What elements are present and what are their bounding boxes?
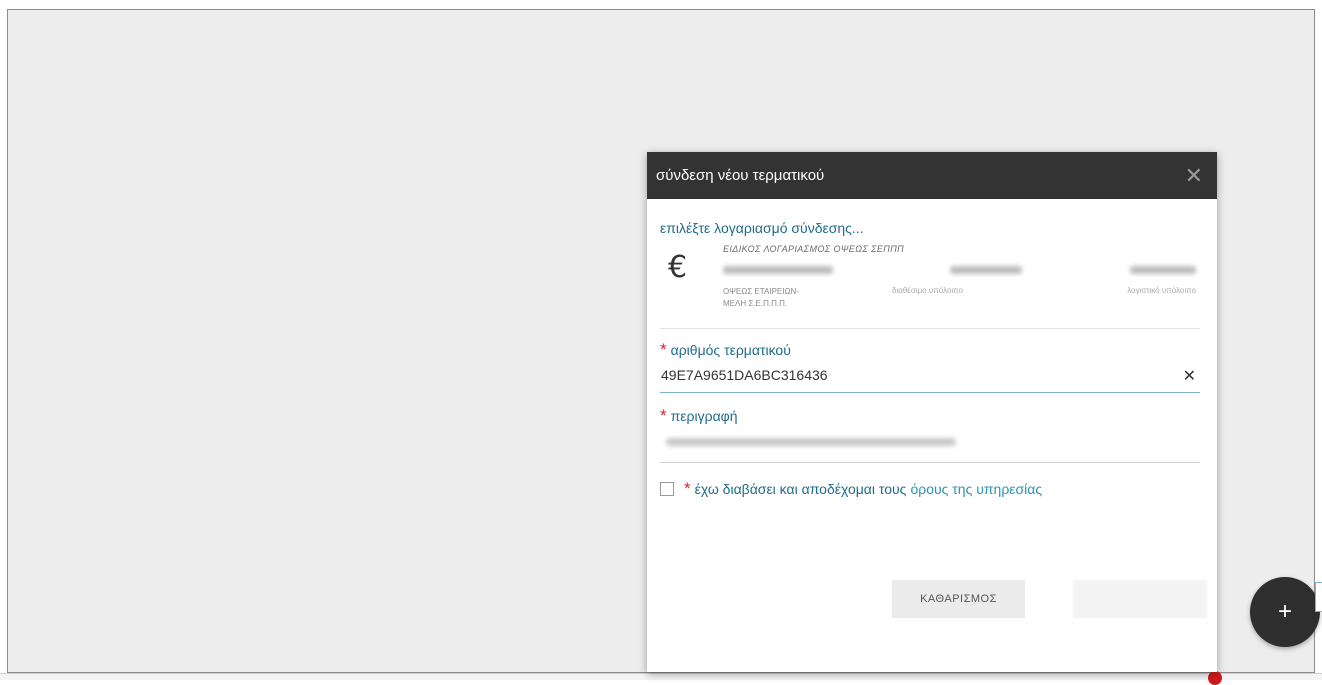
- ledger-balance-redacted: [1130, 266, 1196, 274]
- terms-checkbox[interactable]: [660, 481, 674, 496]
- terminal-number-row: ✕: [660, 358, 1200, 393]
- close-icon[interactable]: ✕: [1185, 164, 1203, 187]
- account-type-label: ΕΙΔΙΚΟΣ ΛΟΓΑΡΙΑΣΜΟΣ ΟΨΕΩΣ ΣΕΠΠΠ: [723, 244, 905, 254]
- terminal-number-label: * αριθμός τερματικού: [660, 341, 1200, 358]
- notification-dot: [1208, 671, 1222, 685]
- description-value-redacted[interactable]: [666, 438, 956, 446]
- terms-row: * έχω διαβάσει και αποδέχομαι τους όρους…: [660, 480, 1200, 497]
- required-icon: *: [684, 479, 691, 498]
- clear-input-icon[interactable]: ✕: [1183, 366, 1196, 386]
- ledger-balance-label: λογιστικό υπόλοιπο: [1127, 286, 1196, 295]
- terms-of-service-link[interactable]: όρους της υπηρεσίας: [910, 481, 1042, 497]
- connect-terminal-dialog: σύνδεση νέου τερματικού ✕ επιλέξτε λογαρ…: [647, 152, 1217, 672]
- account-card[interactable]: € ΕΙΔΙΚΟΣ ΛΟΓΑΡΙΑΣΜΟΣ ΟΨΕΩΣ ΣΕΠΠΠ ΟΨΕΩΣ …: [660, 242, 1200, 329]
- euro-icon: €: [668, 250, 688, 285]
- required-icon: *: [660, 406, 667, 425]
- description-label-text: περιγραφή: [670, 407, 738, 424]
- dialog-body: επιλέξτε λογαριασμό σύνδεσης... € ΕΙΔΙΚΟ…: [647, 220, 1217, 497]
- terminal-number-label-text: αριθμός τερματικού: [670, 341, 791, 358]
- description-row: [660, 424, 1200, 463]
- submit-button-redacted[interactable]: [1073, 580, 1207, 618]
- dialog-actions: ΚΑΘΑΡΙΣΜΟΣ: [647, 577, 1217, 618]
- side-edge-tab[interactable]: [1315, 582, 1322, 612]
- available-balance-label: διαθέσιμο υπόλοιπο: [892, 286, 964, 295]
- plus-icon: +: [1277, 598, 1292, 625]
- add-fab-button[interactable]: +: [1250, 577, 1320, 647]
- terminal-number-input[interactable]: [660, 367, 1161, 383]
- description-label: * περιγραφή: [660, 407, 1200, 424]
- clear-button[interactable]: ΚΑΘΑΡΙΣΜΟΣ: [892, 580, 1025, 618]
- available-balance-redacted: [950, 266, 1022, 274]
- dialog-title: σύνδεση νέου τερματικού: [656, 167, 825, 184]
- required-icon: *: [660, 340, 667, 359]
- dialog-header: σύνδεση νέου τερματικού ✕: [647, 152, 1217, 199]
- account-owner-label: ΟΨΕΩΣ ΕΤΑΙΡΕΙΩΝ-ΜΕΛΗ Σ.Ε.Π.Π.Π.: [723, 287, 799, 308]
- terms-text: έχω διαβάσει και αποδέχομαι τους: [694, 480, 907, 497]
- account-number-redacted: [723, 266, 833, 274]
- select-account-link[interactable]: επιλέξτε λογαριασμό σύνδεσης...: [660, 220, 1200, 236]
